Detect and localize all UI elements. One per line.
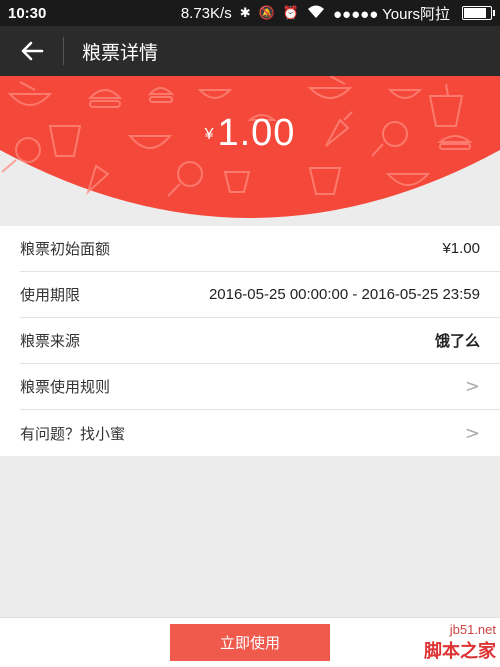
row-initial-amount: 粮票初始面额 ¥1.00 <box>20 226 500 272</box>
row-value: ¥1.00 <box>442 240 480 257</box>
chevron-right-icon: > <box>464 422 480 444</box>
row-validity: 使用期限 2016-05-25 00:00:00 - 2016-05-25 23… <box>20 272 500 318</box>
bottom-bar: 立即使用 jb51.net 脚本之家 <box>0 617 500 667</box>
use-now-button[interactable]: 立即使用 <box>170 624 330 661</box>
row-value: 饿了么 <box>434 332 480 350</box>
carrier-name: ●●●●● Yours阿拉 <box>332 5 450 23</box>
row-help[interactable]: 有问题？找小蜜 > <box>20 410 500 456</box>
watermark: jb51.net 脚本之家 <box>424 622 496 663</box>
row-label: 粮票来源 <box>20 332 81 350</box>
coupon-banner: ¥1.00 <box>0 76 500 226</box>
mute-icon: 🔕 <box>258 5 275 20</box>
coupon-detail-list: 粮票初始面额 ¥1.00 使用期限 2016-05-25 00:00:00 - … <box>0 226 500 456</box>
row-label: 粮票初始面额 <box>20 240 111 258</box>
row-usage-rules[interactable]: 粮票使用规则 > <box>20 364 500 410</box>
clock-time: 10:30 <box>8 4 47 22</box>
watermark-site: jb51.net <box>449 622 496 637</box>
battery-icon <box>462 6 495 20</box>
row-label: 有问题？找小蜜 <box>20 424 126 443</box>
status-bar: 10:30 8.73K/s ✱ 🔕 ⏰ ●●●●● Yours阿拉 <box>0 0 500 26</box>
currency-symbol: ¥ <box>204 126 214 143</box>
battery-level <box>464 8 486 18</box>
app-header: 粮票详情 <box>0 26 500 76</box>
row-source: 粮票来源 饿了么 <box>20 318 500 364</box>
amount-value: 1.00 <box>217 112 296 154</box>
row-label: 粮票使用规则 <box>20 378 111 396</box>
back-button[interactable] <box>0 37 64 65</box>
chevron-right-icon: > <box>464 376 480 397</box>
watermark-name: 脚本之家 <box>424 641 496 661</box>
status-icons: 8.73K/s ✱ 🔕 ⏰ ●●●●● Yours阿拉 <box>180 3 495 24</box>
bluetooth-icon: ✱ <box>239 5 251 20</box>
page-title: 粮票详情 <box>82 41 159 64</box>
arrow-left-icon <box>21 41 43 61</box>
wifi-icon <box>307 5 325 22</box>
coupon-amount: ¥1.00 <box>0 112 500 155</box>
network-speed: 8.73K/s <box>180 4 232 22</box>
row-label: 使用期限 <box>20 286 81 304</box>
row-value: 2016-05-25 00:00:00 - 2016-05-25 23:59 <box>208 286 480 303</box>
alarm-icon: ⏰ <box>282 5 299 20</box>
